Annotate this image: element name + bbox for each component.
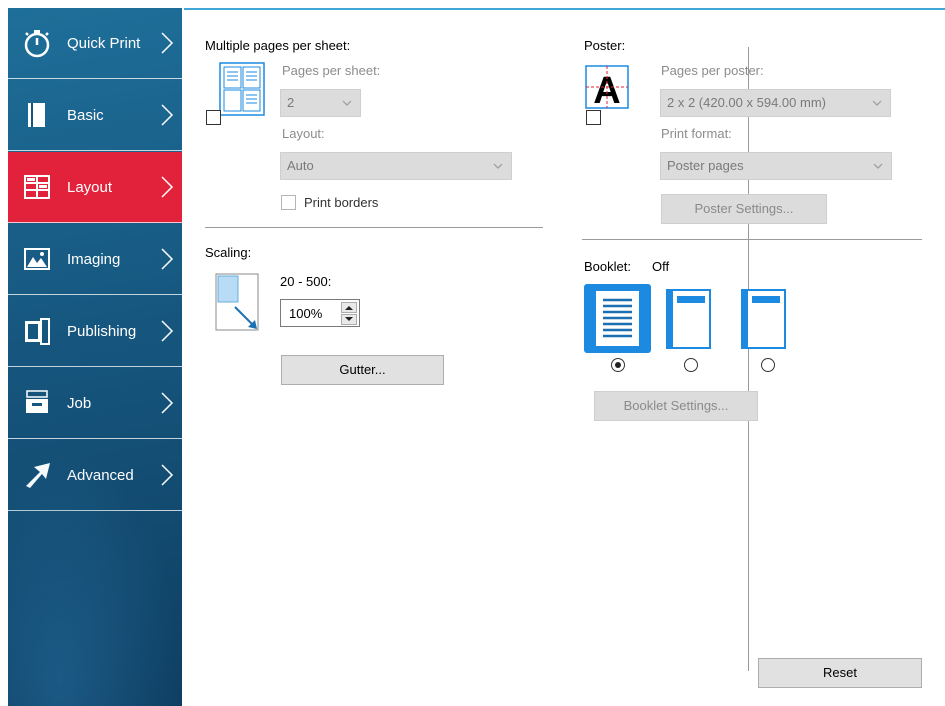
chevron-down-icon: [872, 100, 882, 106]
sidebar-item-label: Basic: [67, 106, 104, 124]
column-divider: [748, 47, 749, 671]
spin-up-button[interactable]: [341, 302, 357, 313]
chevron-right-icon: [161, 32, 174, 54]
gutter-button[interactable]: Gutter...: [281, 355, 444, 385]
chevron-down-icon: [873, 163, 883, 169]
job-tray-icon: [26, 390, 48, 413]
pages-per-sheet-value: 2: [287, 95, 295, 110]
sidebar-item-label: Quick Print: [67, 34, 141, 52]
section-divider: [582, 239, 922, 240]
scaling-value: 100%: [289, 306, 323, 321]
sidebar-item-quick-print[interactable]: Quick Print: [8, 8, 182, 79]
pages-per-poster-select[interactable]: 2 x 2 (420.00 x 594.00 mm): [660, 89, 891, 117]
multipage-title: Multiple pages per sheet:: [205, 38, 351, 53]
pages-per-poster-value: 2 x 2 (420.00 x 594.00 mm): [667, 95, 826, 110]
pages-per-sheet-select[interactable]: 2: [280, 89, 361, 117]
sidebar-item-job[interactable]: Job: [8, 368, 182, 439]
sidebar-item-publishing[interactable]: Publishing: [8, 296, 182, 367]
pages-per-sheet-label: Pages per sheet:: [282, 63, 381, 78]
layout-label: Layout:: [282, 126, 325, 141]
reset-button[interactable]: Reset: [758, 658, 922, 688]
caret-up-icon: [345, 306, 353, 310]
sidebar-item-label: Imaging: [67, 250, 121, 268]
page-icon: [28, 103, 45, 127]
sidebar-item-label: Publishing: [67, 322, 137, 340]
print-format-value: Poster pages: [667, 158, 744, 173]
layout-grid-icon: [24, 175, 50, 199]
layout-value: Auto: [287, 158, 314, 173]
print-format-label: Print format:: [661, 126, 732, 141]
booklet-off-icon: [596, 291, 639, 346]
booklet-left-radio[interactable]: [684, 358, 698, 372]
poster-icon: A: [585, 65, 629, 112]
booklet-off-radio[interactable]: [611, 358, 625, 372]
sidebar-item-label: Layout: [67, 178, 113, 196]
chevron-right-icon: [161, 320, 174, 342]
chevron-right-icon: [161, 392, 174, 414]
sidebar-item-imaging[interactable]: Imaging: [8, 224, 182, 295]
booklet-off-option[interactable]: [584, 284, 651, 353]
scaling-icon: [215, 273, 259, 331]
booklet-right-radio[interactable]: [761, 358, 775, 372]
multipage-checkbox[interactable]: [206, 110, 221, 125]
scaling-title: Scaling:: [205, 245, 252, 260]
poster-title: Poster:: [584, 38, 626, 53]
stopwatch-icon: [24, 30, 50, 58]
booklet-right-binding-icon[interactable]: [740, 289, 786, 349]
booklet-title: Booklet:: [584, 259, 631, 274]
multipage-sheet-icon: [219, 62, 265, 116]
print-borders-checkbox[interactable]: [281, 195, 296, 210]
booklet-status: Off: [652, 259, 670, 274]
sidebar-item-layout[interactable]: Layout: [8, 152, 182, 223]
scaling-range-label: 20 - 500:: [280, 274, 332, 289]
sidebar-nav: Quick Print Basic Layout Imaging Publish…: [8, 8, 182, 706]
sidebar-item-basic[interactable]: Basic: [8, 80, 182, 151]
book-icon: [25, 318, 50, 345]
poster-checkbox[interactable]: [586, 110, 601, 125]
booklet-settings-button[interactable]: Booklet Settings...: [594, 391, 758, 421]
print-borders-label: Print borders: [304, 195, 379, 210]
pages-per-poster-label: Pages per poster:: [661, 63, 764, 78]
chevron-right-icon: [161, 248, 174, 270]
image-icon: [24, 248, 50, 270]
section-divider: [205, 227, 543, 228]
spin-down-button[interactable]: [341, 314, 357, 325]
sidebar-item-label: Job: [67, 394, 92, 412]
caret-down-icon: [345, 317, 353, 321]
chevron-down-icon: [493, 163, 503, 169]
print-format-select[interactable]: Poster pages: [660, 152, 892, 180]
chevron-right-icon: [161, 464, 174, 486]
sidebar-item-advanced[interactable]: Advanced: [8, 440, 182, 511]
layout-select[interactable]: Auto: [280, 152, 512, 180]
chevron-right-icon: [161, 176, 174, 198]
booklet-left-binding-icon[interactable]: [665, 289, 711, 349]
chevron-right-icon: [161, 104, 174, 126]
scaling-spinner[interactable]: 100%: [280, 299, 360, 327]
chevron-down-icon: [342, 100, 352, 106]
sidebar-item-label: Advanced: [67, 466, 134, 484]
layout-settings-panel: Multiple pages per sheet: Pages per shee…: [184, 8, 945, 706]
arrow-icon: [26, 463, 50, 488]
poster-settings-button[interactable]: Poster Settings...: [661, 194, 827, 224]
